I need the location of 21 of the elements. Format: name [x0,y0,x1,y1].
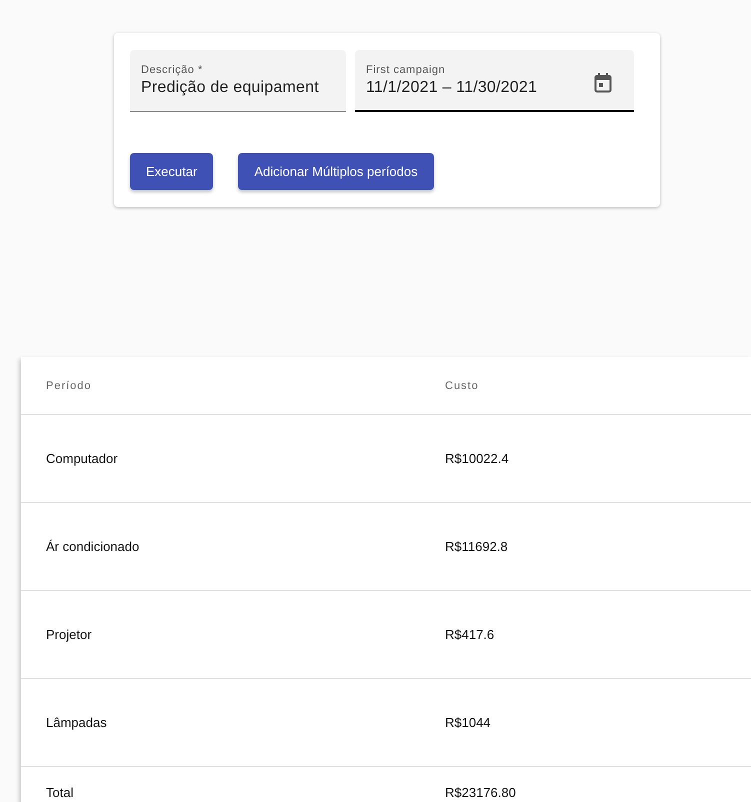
calendar-icon[interactable] [594,73,612,93]
description-field[interactable]: Descrição * Predição de equipament [130,50,346,112]
table-cell-text: Lâmpadas [46,715,108,730]
execute-button[interactable]: Executar [130,153,214,190]
date-range-field[interactable]: First campaign 11/1/2021 – 11/30/2021 [355,50,634,112]
add-periods-button[interactable]: Adicionar Múltiplos períodos [238,153,434,190]
column-header: Período [46,380,93,392]
field-value: 11/1/2021 – 11/30/2021 [366,79,538,97]
table-cell-text: Computador [46,451,119,466]
field-value: Predição de equipament [141,79,319,97]
column-header: Custo [445,380,480,392]
table-cell-text: Ár condicionado [46,539,140,554]
table-cell-text: R$11692.8 [445,539,509,554]
table-cell-text: Total [46,784,74,800]
table-cell-text: R$23176.80 [445,784,517,800]
field-label: Descrição * [141,64,204,76]
table-cell-text: R$1044 [445,715,492,730]
table-cell-text: R$10022.4 [445,451,510,466]
table-cell-text: Projetor [46,627,93,642]
table-cell-text: R$417.6 [445,627,496,642]
field-label: First campaign [366,64,446,76]
